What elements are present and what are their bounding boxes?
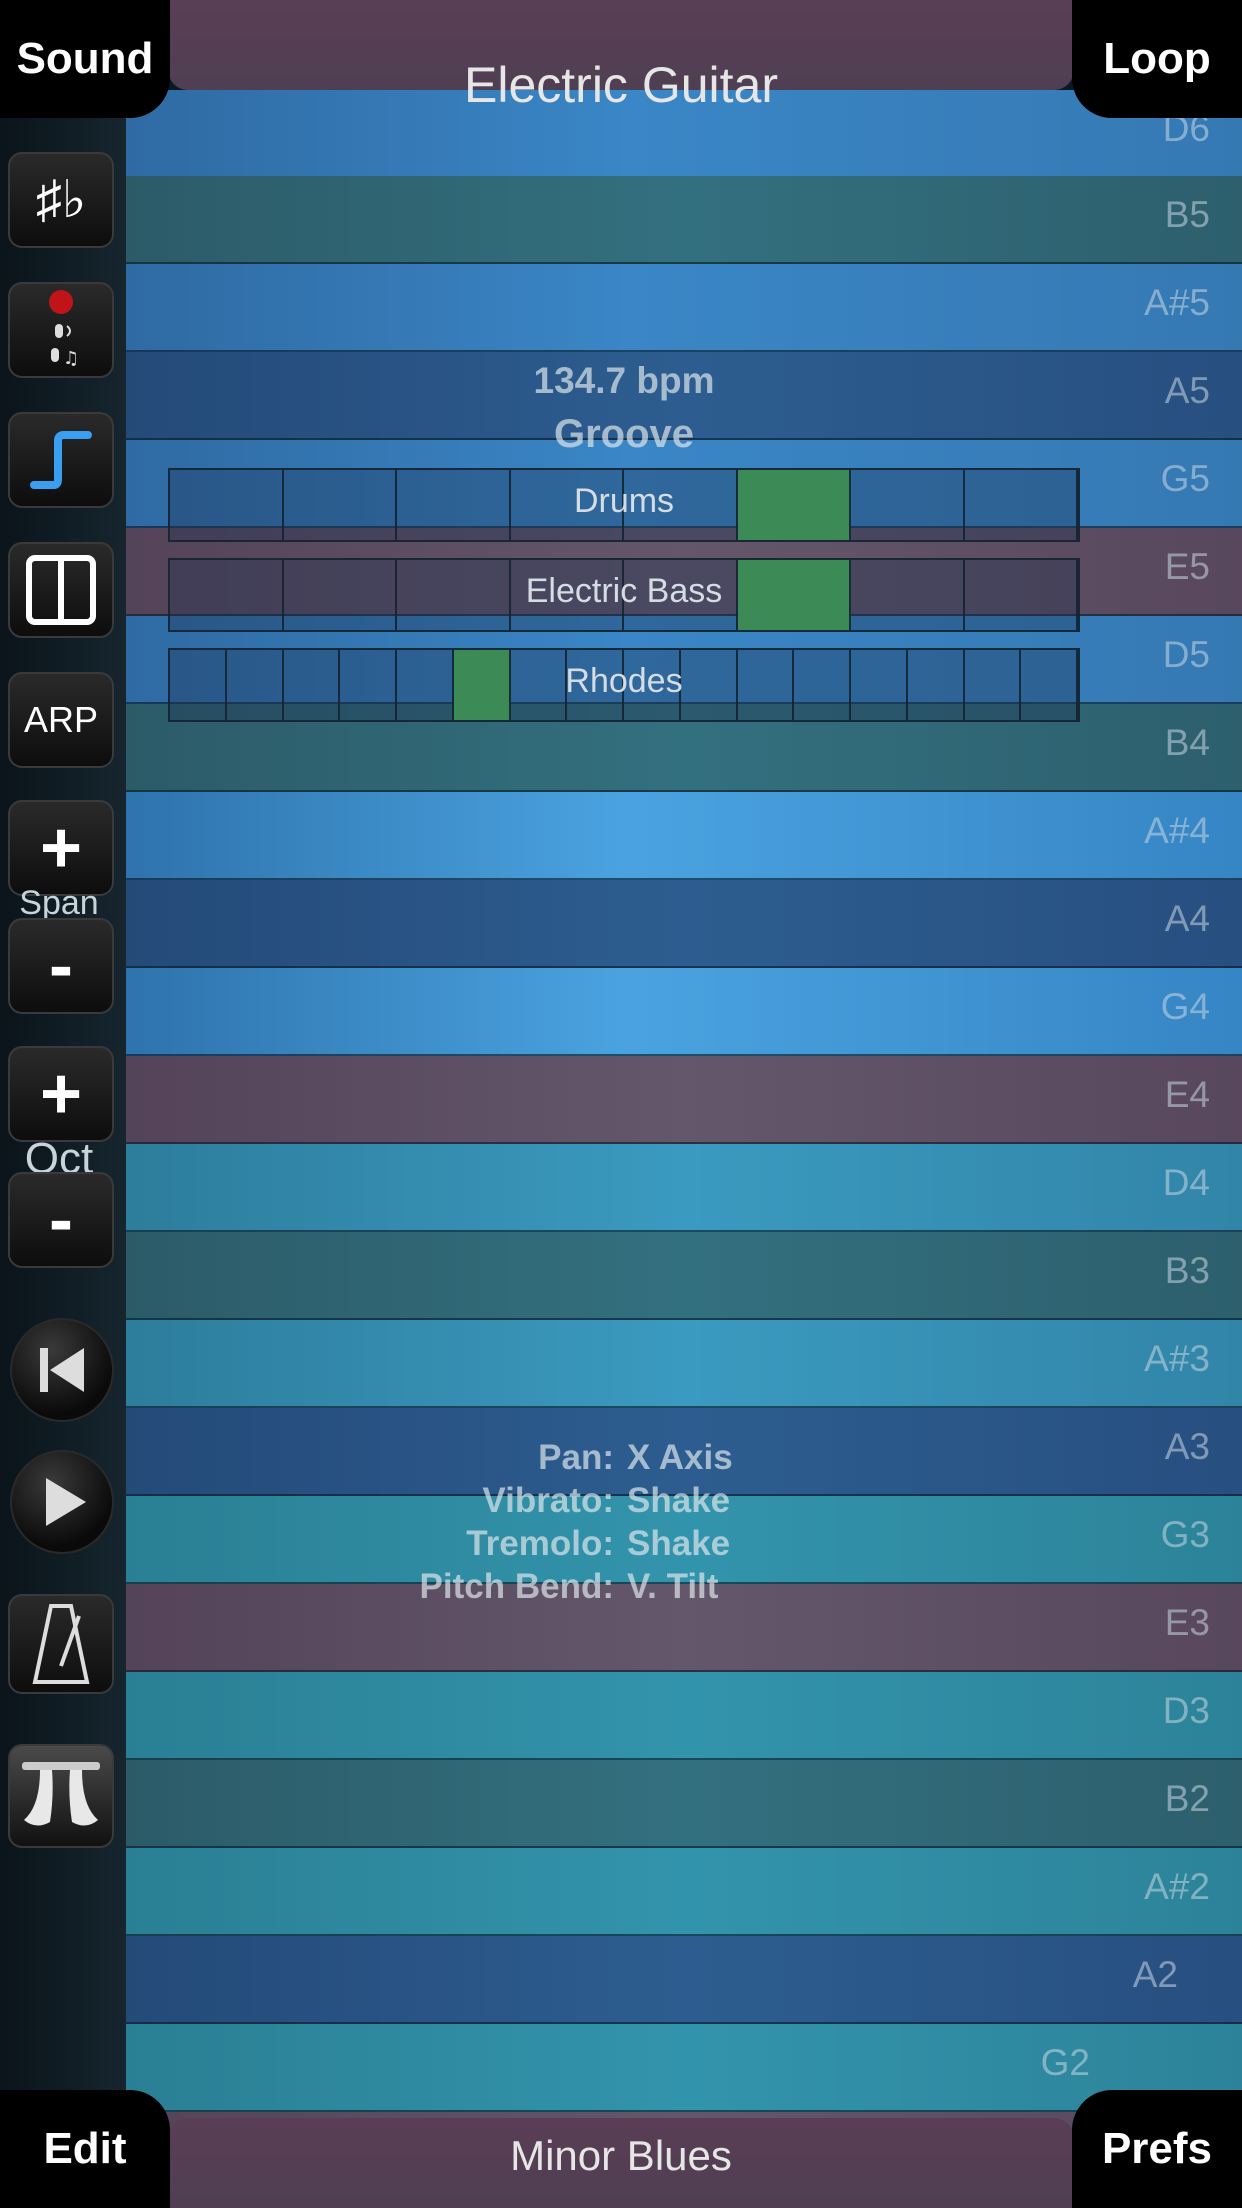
control-value: Shake	[627, 1524, 731, 1563]
note-lane[interactable]: G4	[126, 968, 1242, 1056]
split-view-icon	[26, 555, 96, 625]
note-lane[interactable]: A#3	[126, 1320, 1242, 1408]
note-label: A#5	[1144, 282, 1210, 323]
note-lane[interactable]: D4	[126, 1144, 1242, 1232]
note-label: B2	[1164, 1778, 1210, 1819]
sharp-flat-button[interactable]: ♯♭	[8, 152, 114, 248]
note-label: A3	[1164, 1426, 1210, 1467]
track-name: Drums	[573, 482, 675, 520]
note-label: A4	[1164, 898, 1210, 939]
note-lane[interactable]: A#2	[126, 1848, 1242, 1936]
note-label: G2	[1040, 2042, 1090, 2083]
edit-button[interactable]: Edit	[0, 2090, 170, 2208]
note-label: G5	[1160, 458, 1210, 499]
span-minus-button[interactable]: -	[8, 918, 114, 1014]
sustain-pedal-icon	[22, 1762, 100, 1826]
track-row[interactable]: Rhodes	[168, 648, 1080, 722]
note-lane[interactable]: D3	[126, 1672, 1242, 1760]
control-value: Shake	[627, 1481, 731, 1520]
note-label: A#4	[1144, 810, 1210, 851]
glide-button[interactable]	[8, 412, 114, 508]
note-lane[interactable]: B3	[126, 1232, 1242, 1320]
svg-text:♫: ♫	[63, 348, 79, 369]
note-label: A2	[1132, 1954, 1178, 1995]
skip-back-icon	[40, 1348, 84, 1392]
control-key: Pan:	[538, 1438, 614, 1477]
rewind-button[interactable]	[10, 1318, 114, 1422]
instrument-screen: D6 B5 A#5 A5 G5 E5 D5 B4 A#4 A4 G4 E4 D4 B3 A#3 A3 G3 E3 D…	[0, 0, 1242, 2208]
note-lanes[interactable]: D6 B5 A#5 A5 G5 E5 D5 B4 A#4 A4 G4 E4 D4 B3 A#3 A3 G3 E3 D…	[126, 0, 1242, 2208]
track-name: Rhodes	[565, 662, 683, 700]
note-label: A#2	[1144, 1866, 1210, 1907]
metronome-icon	[32, 1604, 90, 1684]
scale-name: Minor Blues	[510, 2132, 732, 2179]
control-key: Tremolo:	[466, 1524, 614, 1563]
control-key: Pitch Bend:	[419, 1567, 614, 1606]
sustain-pedal-button[interactable]	[8, 1744, 114, 1848]
note-label: G4	[1160, 986, 1210, 1027]
note-label: B3	[1164, 1250, 1210, 1291]
note-label: A5	[1164, 370, 1210, 411]
groove-style[interactable]: Groove	[420, 412, 828, 457]
note-label: D5	[1162, 634, 1210, 675]
control-value: X Axis	[627, 1438, 733, 1477]
note-label: E3	[1164, 1602, 1210, 1643]
note-lane[interactable]: B2	[126, 1760, 1242, 1848]
track-row[interactable]: Electric Bass	[168, 558, 1080, 632]
control-value: V. Tilt	[627, 1567, 719, 1606]
span-plus-button[interactable]: +	[8, 800, 114, 896]
note-label: G3	[1160, 1514, 1210, 1555]
tempo-bpm[interactable]: 134.7 bpm	[420, 360, 828, 402]
note-label: D3	[1162, 1690, 1210, 1731]
instrument-name: Electric Guitar	[464, 57, 778, 113]
sound-button[interactable]: Sound	[0, 0, 170, 118]
note-label: E5	[1164, 546, 1210, 587]
record-button[interactable]: ♫	[8, 282, 114, 378]
note-lane[interactable]: E4	[126, 1056, 1242, 1144]
track-row[interactable]: Drums	[168, 468, 1080, 542]
scale-title-bar[interactable]: Minor Blues	[168, 2118, 1074, 2208]
record-mic-icon: ♫	[49, 290, 79, 369]
octave-minus-button[interactable]: -	[8, 1172, 114, 1268]
arp-button[interactable]: ARP	[8, 672, 114, 768]
play-icon	[46, 1478, 86, 1526]
split-view-button[interactable]	[8, 542, 114, 638]
instrument-title-bar[interactable]: Electric Guitar	[168, 0, 1074, 113]
note-label: B5	[1164, 194, 1210, 235]
note-label: A#3	[1144, 1338, 1210, 1379]
glide-step-icon	[30, 431, 92, 489]
note-label: E4	[1164, 1074, 1210, 1115]
note-lane[interactable]: G2	[126, 2024, 1242, 2112]
note-label: B4	[1164, 722, 1210, 763]
note-label: D4	[1162, 1162, 1210, 1203]
note-lane[interactable]: A#4	[126, 792, 1242, 880]
note-lane[interactable]: A#5	[126, 264, 1242, 352]
note-lane[interactable]: A2	[126, 1936, 1242, 2024]
octave-plus-button[interactable]: +	[8, 1046, 114, 1142]
note-lane[interactable]: B5	[126, 176, 1242, 264]
metronome-button[interactable]	[8, 1594, 114, 1694]
play-button[interactable]	[10, 1450, 114, 1554]
track-name: Electric Bass	[525, 572, 723, 610]
loop-button[interactable]: Loop	[1072, 0, 1242, 118]
control-key: Vibrato:	[482, 1481, 614, 1520]
note-lane[interactable]: A4	[126, 880, 1242, 968]
prefs-button[interactable]: Prefs	[1072, 2090, 1242, 2208]
